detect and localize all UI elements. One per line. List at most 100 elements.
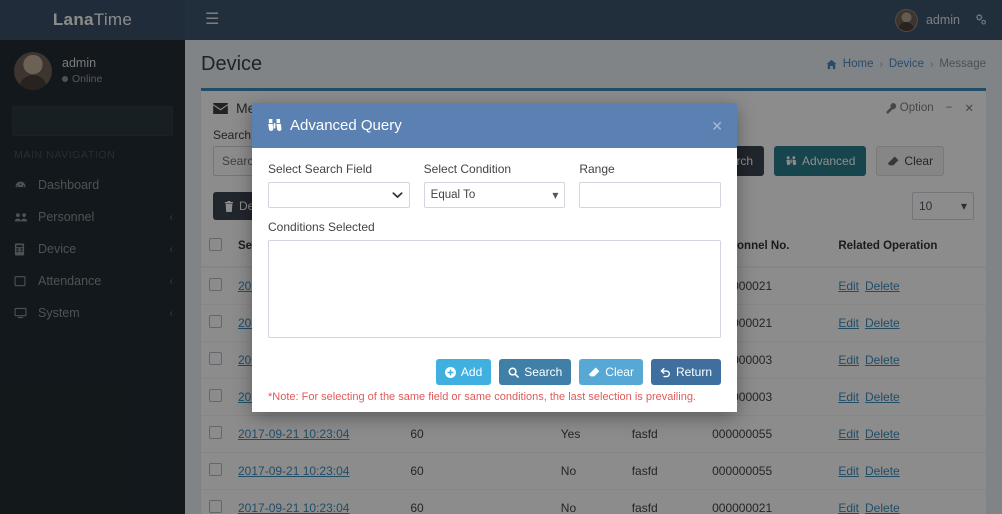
advanced-button[interactable]: Advanced (774, 146, 867, 176)
row-checkbox[interactable] (209, 463, 222, 476)
modal-actions: Add Search Clear Return (252, 347, 737, 385)
row-checkbox[interactable] (209, 315, 222, 328)
row-checkbox[interactable] (209, 389, 222, 402)
top-navbar: Lana Time ☰ admin (0, 0, 1002, 40)
cell-related-operation: Edit Delete (830, 452, 986, 490)
row-checkbox[interactable] (209, 500, 222, 513)
sidebar-item-attendance[interactable]: Attendance ‹ (0, 265, 185, 297)
navbar-user-name: admin (925, 13, 960, 27)
modal-search-button[interactable]: Search (499, 359, 572, 385)
cell-personnel-no: 000000021 (704, 489, 831, 514)
breadcrumb-separator: › (879, 58, 883, 70)
cell-duration: 60 (402, 415, 553, 453)
delete-link[interactable]: Delete (865, 464, 900, 478)
range-input[interactable] (579, 182, 722, 208)
cell-related-operation: Edit Delete (830, 341, 986, 379)
edit-link[interactable]: Edit (838, 316, 859, 330)
row-checkbox[interactable] (209, 278, 222, 291)
chevron-left-icon: ‹ (169, 275, 173, 287)
breadcrumb: Home › Device › Message (826, 58, 986, 70)
breadcrumb-item-device[interactable]: Device (889, 58, 924, 70)
edit-link[interactable]: Edit (838, 353, 859, 367)
minus-icon[interactable]: − (946, 102, 953, 114)
breadcrumb-item-home[interactable]: Home (843, 58, 874, 70)
table-row: 2017-09-21 10:23:04 60 Yes fasfd 000000055 Ed… (201, 415, 986, 453)
delete-link[interactable]: Delete (865, 316, 900, 330)
navbar-right: admin (894, 8, 988, 32)
edit-link[interactable]: Edit (838, 279, 859, 293)
sidebar-item-label: System (38, 306, 80, 320)
page-size-value: 10 (919, 199, 933, 213)
row-checkbox[interactable] (209, 426, 222, 439)
sidebar-item-label: Attendance (38, 274, 102, 288)
hamburger-icon[interactable]: ☰ (197, 6, 227, 34)
cell-content: fasfd (623, 415, 705, 453)
sidebar-item-dashboard[interactable]: Dashboard (0, 169, 185, 201)
page-size-select[interactable]: 10 ▾ (912, 192, 974, 220)
people-icon (14, 211, 29, 224)
advanced-button-label: Advanced (802, 154, 856, 168)
page-title: Device (201, 52, 263, 75)
close-icon[interactable]: ✕ (711, 119, 723, 133)
eraser-icon (588, 367, 600, 378)
sidebar-user-status: Online (62, 72, 102, 86)
sidebar-user-status-label: Online (72, 73, 103, 86)
row-select-cell (201, 452, 230, 490)
binoculars-icon (785, 155, 797, 167)
delete-link[interactable]: Delete (865, 390, 900, 404)
option-button[interactable]: Option (885, 102, 934, 114)
send-time-link[interactable]: 2017-09-21 10:23:04 (238, 464, 349, 478)
condition-value: Equal To (430, 189, 476, 201)
search-field-select[interactable] (268, 182, 410, 208)
range-field-group: Range (579, 162, 722, 208)
table-row: 2017-09-21 10:23:0460Nofasfd000000021Edi… (201, 489, 986, 514)
modal-field-row: Select Search Field Select Condition Equ… (268, 162, 722, 208)
select-all-checkbox[interactable] (209, 238, 222, 251)
app-root: Lana Time ☰ admin admin Online MAIN NAVI… (0, 0, 1002, 514)
cell-send-time: 2017-09-21 10:23:04 (230, 415, 403, 453)
edit-link[interactable]: Edit (838, 464, 859, 478)
cell-issued: Yes (552, 415, 624, 453)
delete-link[interactable]: Delete (865, 501, 900, 514)
add-button[interactable]: Add (435, 359, 492, 385)
cell-content: fasfd (623, 452, 705, 490)
range-label: Range (579, 162, 615, 176)
close-icon[interactable]: ✕ (964, 101, 974, 115)
condition-select[interactable]: Equal To ▾ (423, 182, 566, 208)
send-time-link[interactable]: 2017-09-21 10:23:04 (238, 427, 349, 441)
delete-link[interactable]: Delete (865, 427, 900, 441)
navbar-main: ☰ admin (185, 0, 1002, 40)
content-header: Device Home › Device › Message (185, 40, 1002, 88)
conditions-selected-textarea[interactable] (268, 240, 721, 338)
row-checkbox[interactable] (209, 352, 222, 365)
cell-related-operation: Edit Delete (830, 378, 986, 416)
sidebar-item-device[interactable]: Device ‹ (0, 233, 185, 265)
modal-title-label: Advanced Query (290, 117, 402, 134)
modal-clear-button[interactable]: Clear (579, 359, 643, 385)
search-icon (508, 367, 520, 378)
edit-link[interactable]: Edit (838, 427, 859, 441)
cell-related-operation: Edit Delete (830, 415, 986, 453)
edit-link[interactable]: Edit (838, 501, 859, 514)
chevron-left-icon: ‹ (169, 243, 173, 255)
send-time-link[interactable]: 2017-09-21 10:23:04 (238, 501, 349, 514)
clear-button[interactable]: Clear (876, 146, 945, 176)
gear-icon[interactable] (974, 13, 988, 27)
delete-link[interactable]: Delete (865, 279, 900, 293)
cell-send-time: 2017-09-21 10:23:04 (230, 489, 403, 514)
edit-link[interactable]: Edit (838, 390, 859, 404)
select-all-header (201, 226, 230, 268)
sidebar-search-input[interactable] (12, 106, 173, 136)
cell-content: fasfd (623, 489, 705, 514)
brand-logo[interactable]: Lana Time (0, 0, 185, 40)
plus-circle-icon (444, 366, 456, 378)
modal-title: Advanced Query (266, 117, 402, 134)
sidebar-item-personnel[interactable]: Personnel ‹ (0, 201, 185, 233)
navbar-user-menu[interactable]: admin (894, 8, 960, 32)
chevron-left-icon: ‹ (169, 307, 173, 319)
sidebar-item-system[interactable]: System ‹ (0, 297, 185, 329)
row-select-cell (201, 341, 230, 379)
cell-personnel-no: 000000055 (704, 415, 831, 453)
delete-link[interactable]: Delete (865, 353, 900, 367)
return-button[interactable]: Return (650, 359, 721, 385)
